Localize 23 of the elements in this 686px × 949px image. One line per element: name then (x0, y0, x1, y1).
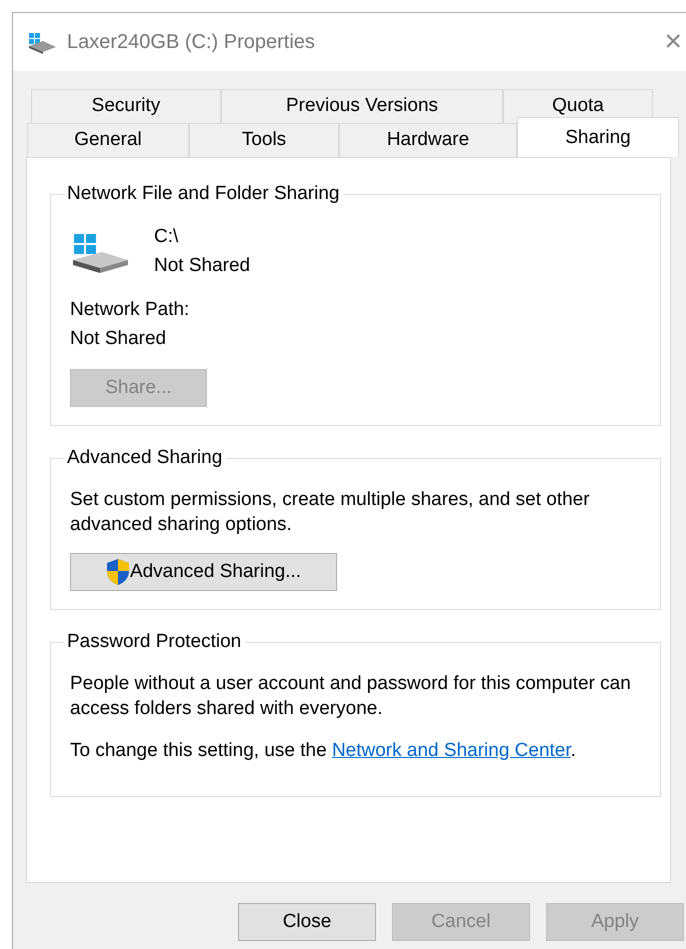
tab[interactable]: Tools (189, 123, 339, 157)
window-title: Laxer240GB (C:) Properties (67, 30, 315, 55)
tab[interactable]: Security (31, 89, 221, 123)
drive-icon (27, 30, 57, 54)
tab[interactable]: Hardware (339, 123, 517, 157)
tab[interactable]: Previous Versions (221, 89, 503, 123)
group-title: Network File and Folder Sharing (63, 182, 344, 206)
network-path-value: Not Shared (70, 326, 168, 350)
share-status: Not Shared (154, 254, 250, 278)
network-path-label: Network Path: (70, 298, 190, 322)
period-text: . (570, 740, 576, 761)
group-title: Advanced Sharing (63, 446, 226, 470)
shield-icon (106, 558, 130, 586)
tab[interactable]: Sharing (517, 117, 679, 157)
note-text: To change this setting, use the (70, 740, 327, 761)
description-text: Set custom permissions, create multiple shares, and set other advanced sharing options. (70, 488, 591, 537)
close-button[interactable]: Close (238, 903, 376, 941)
close-button[interactable]: × (662, 27, 684, 57)
description-text: People without a user account and password for this computer can access folders shared with everyone. (70, 672, 632, 721)
network-center-link[interactable]: Network and Sharing Center (332, 740, 571, 761)
tab[interactable]: General (27, 123, 189, 157)
advanced-sharing-button[interactable]: Advanced Sharing... (70, 553, 337, 591)
drive-path: C:\ (154, 225, 180, 249)
